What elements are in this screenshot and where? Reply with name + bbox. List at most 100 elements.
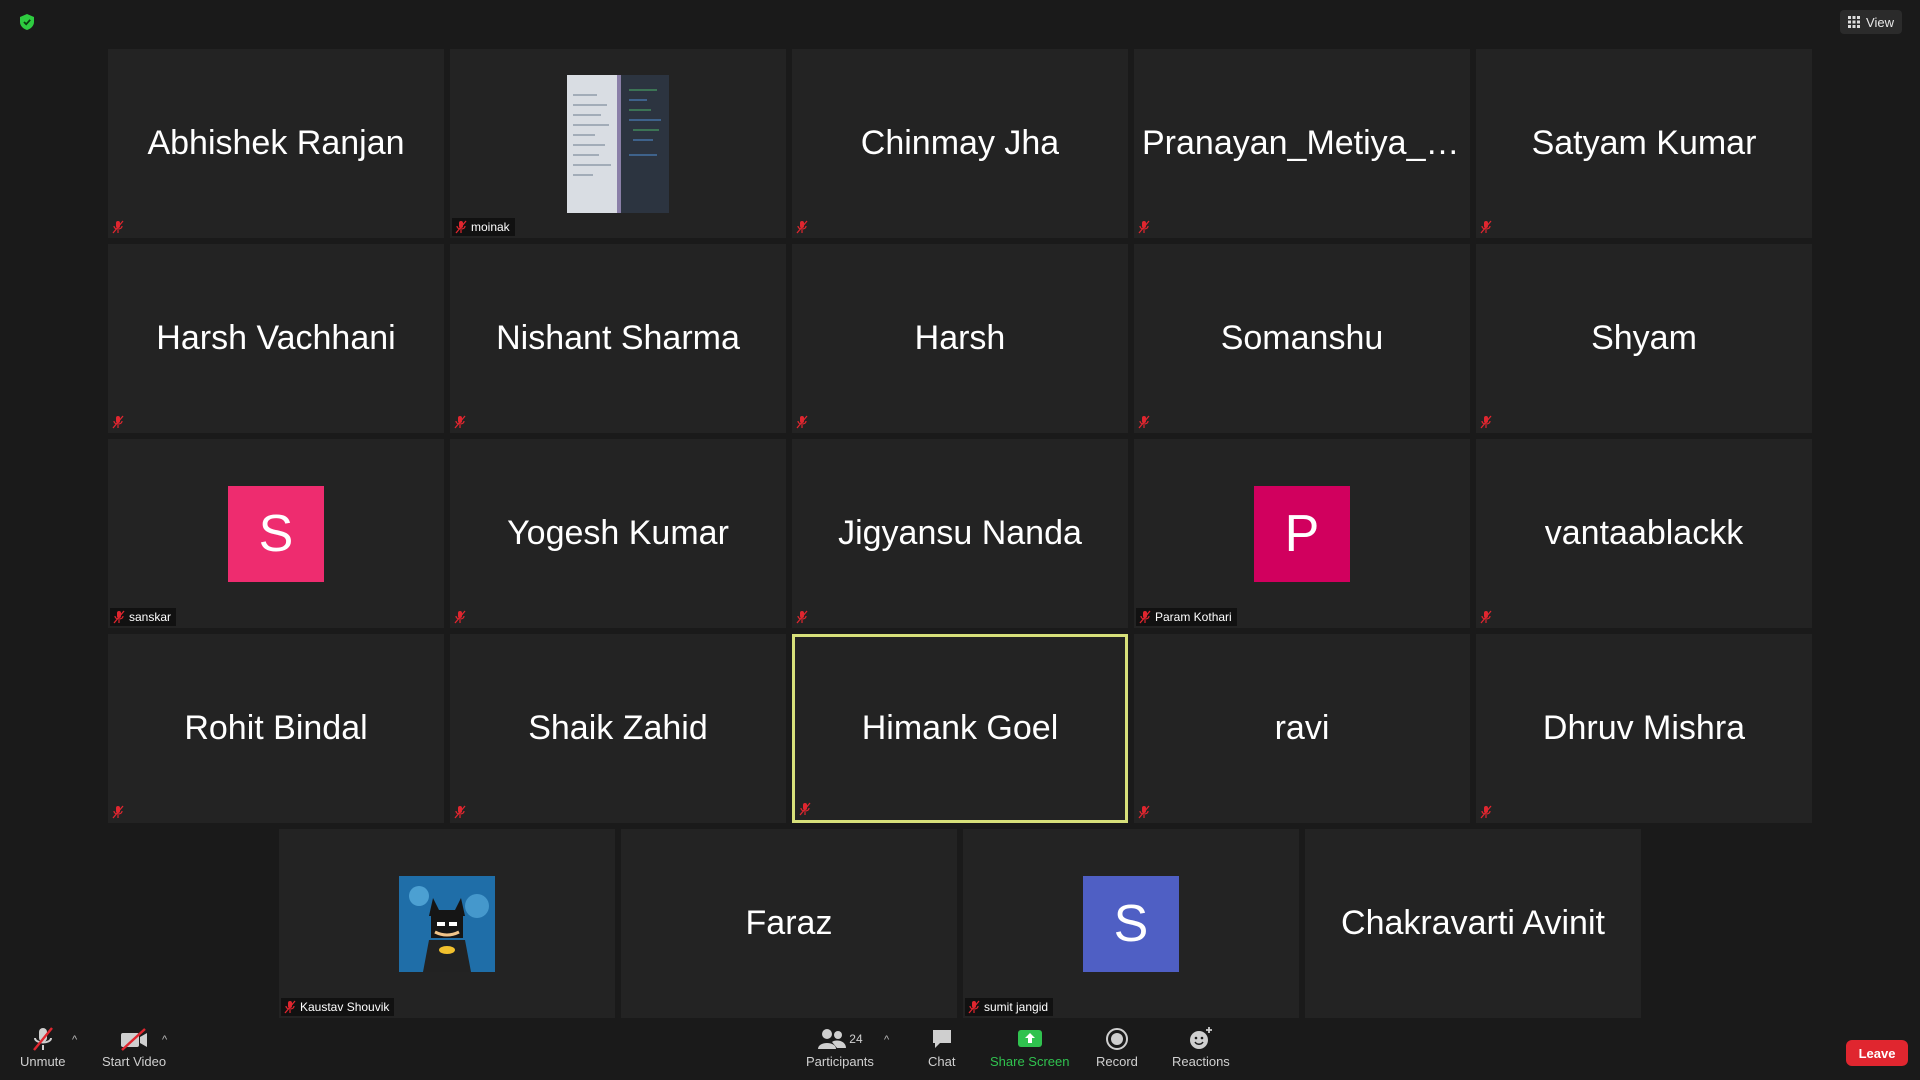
participant-label-text: sanskar [129,610,172,624]
participant-name: Pranayan_Metiya_1... [1142,124,1462,162]
participant-label: moinak [452,218,515,236]
participant-label [452,608,468,626]
muted-microphone-icon [1138,415,1150,429]
audio-options-caret[interactable]: ^ [72,1034,77,1046]
muted-microphone-icon [112,805,124,819]
participant-tile[interactable]: Ssanskar [108,439,444,628]
muted-microphone-icon [1139,610,1151,624]
muted-microphone-icon [1480,415,1492,429]
participant-label [452,413,468,431]
participant-tile[interactable]: Harsh [792,244,1128,433]
gallery-grid: Abhishek Ranjan moinak Chinmay Jha Pranayan… [0,0,1920,1020]
muted-microphone-icon [112,220,124,234]
batman-avatar-image [399,875,495,972]
participant-tile[interactable]: Shaik Zahid [450,634,786,823]
muted-microphone-icon [968,1000,980,1014]
participant-tile[interactable]: Abhishek Ranjan [108,49,444,238]
muted-microphone-icon [1138,805,1150,819]
muted-microphone-icon [799,802,811,816]
participant-name: Harsh Vachhani [156,319,396,357]
participant-tile[interactable]: Chinmay Jha [792,49,1128,238]
participant-name: Somanshu [1220,319,1384,357]
participant-label [110,218,126,236]
record-label: Record [1096,1054,1138,1069]
participant-label [1136,803,1152,821]
participant-label: sumit jangid [965,998,1054,1016]
participant-name: Nishant Sharma [496,319,740,357]
share-screen-icon [1017,1030,1042,1047]
participant-label [1136,413,1152,431]
muted-microphone-icon [1138,220,1150,234]
participant-tile[interactable]: Kaustav Shouvik [279,829,615,1018]
unmute-button[interactable]: Unmute [20,1026,66,1069]
participant-label-text: Param Kothari [1155,610,1232,624]
participants-label: Participants [806,1054,874,1069]
participants-count: 24 [849,1032,863,1046]
participant-name: Himank Goel [861,709,1059,747]
muted-microphone-icon [454,415,466,429]
participant-name: Faraz [745,904,833,942]
participant-label-text: moinak [471,220,510,234]
participant-tile[interactable]: vantaablackk [1476,439,1812,628]
participant-name: Shaik Zahid [528,709,708,747]
reactions-button[interactable]: Reactions [1172,1026,1230,1069]
participant-label: Kaustav Shouvik [281,998,395,1016]
participants-options-caret[interactable]: ^ [884,1034,889,1046]
start-video-button[interactable]: Start Video [102,1026,166,1069]
participant-label [794,608,810,626]
video-options-caret[interactable]: ^ [162,1034,167,1046]
participant-tile[interactable]: Harsh Vachhani [108,244,444,433]
participant-tile[interactable]: Nishant Sharma [450,244,786,433]
participant-tile[interactable]: Somanshu [1134,244,1470,433]
chat-button[interactable]: Chat [928,1026,955,1069]
participant-name: vantaablackk [1544,514,1744,552]
participant-label [110,803,126,821]
participant-label [794,413,810,431]
meeting-toolbar: Unmute ^ Start Video ^ 24 Participants ^ [0,1020,1920,1080]
participant-label-text: sumit jangid [984,1000,1049,1014]
participant-tile[interactable]: Chakravarti Avinit [1305,829,1641,1018]
participant-tile[interactable]: Faraz [621,829,957,1018]
participant-label [1478,803,1494,821]
video-off-icon [121,1028,148,1051]
participant-tile[interactable]: moinak [450,49,786,238]
participant-label-text: Kaustav Shouvik [300,1000,390,1014]
participant-tile[interactable]: Rohit Bindal [108,634,444,823]
participant-tile[interactable]: Dhruv Mishra [1476,634,1812,823]
participant-tile[interactable]: Yogesh Kumar [450,439,786,628]
leave-button[interactable]: Leave [1846,1040,1908,1066]
participant-label: sanskar [110,608,177,626]
muted-microphone-icon [1480,220,1492,234]
participant-tile[interactable]: Ssumit jangid [963,829,1299,1018]
share-screen-button[interactable]: Share Screen [990,1026,1070,1069]
record-button[interactable]: Record [1096,1026,1138,1069]
participant-tile[interactable]: Pranayan_Metiya_1... [1134,49,1470,238]
participant-tile[interactable]: Himank Goel [792,634,1128,823]
participant-tile[interactable]: Shyam [1476,244,1812,433]
muted-microphone-icon [796,610,808,624]
participant-name: Dhruv Mishra [1542,709,1746,747]
participant-name: Shyam [1591,319,1697,357]
participant-name: Abhishek Ranjan [147,124,405,162]
muted-microphone-icon [112,415,124,429]
muted-microphone-icon [1480,610,1492,624]
participant-label [110,413,126,431]
participant-avatar: S [228,485,324,582]
participant-tile[interactable]: P Param Kothari [1134,439,1470,628]
muted-microphone-icon [113,610,125,624]
participants-button[interactable]: 24 Participants [806,1026,874,1069]
chat-label: Chat [928,1054,956,1069]
participant-label [1478,218,1494,236]
muted-microphone-icon [454,805,466,819]
participant-name: Chinmay Jha [860,124,1060,162]
participant-tile[interactable]: Satyam Kumar [1476,49,1812,238]
muted-microphone-icon [455,220,467,234]
muted-microphone-icon [1480,805,1492,819]
participant-tile[interactable]: Jigyansu Nanda [792,439,1128,628]
participant-avatar: P [1254,485,1350,582]
participant-name: Satyam Kumar [1531,124,1757,162]
participant-tile[interactable]: ravi [1134,634,1470,823]
share-screen-label: Share Screen [990,1054,1070,1069]
participant-label [1136,218,1152,236]
participant-name: Jigyansu Nanda [838,514,1082,552]
